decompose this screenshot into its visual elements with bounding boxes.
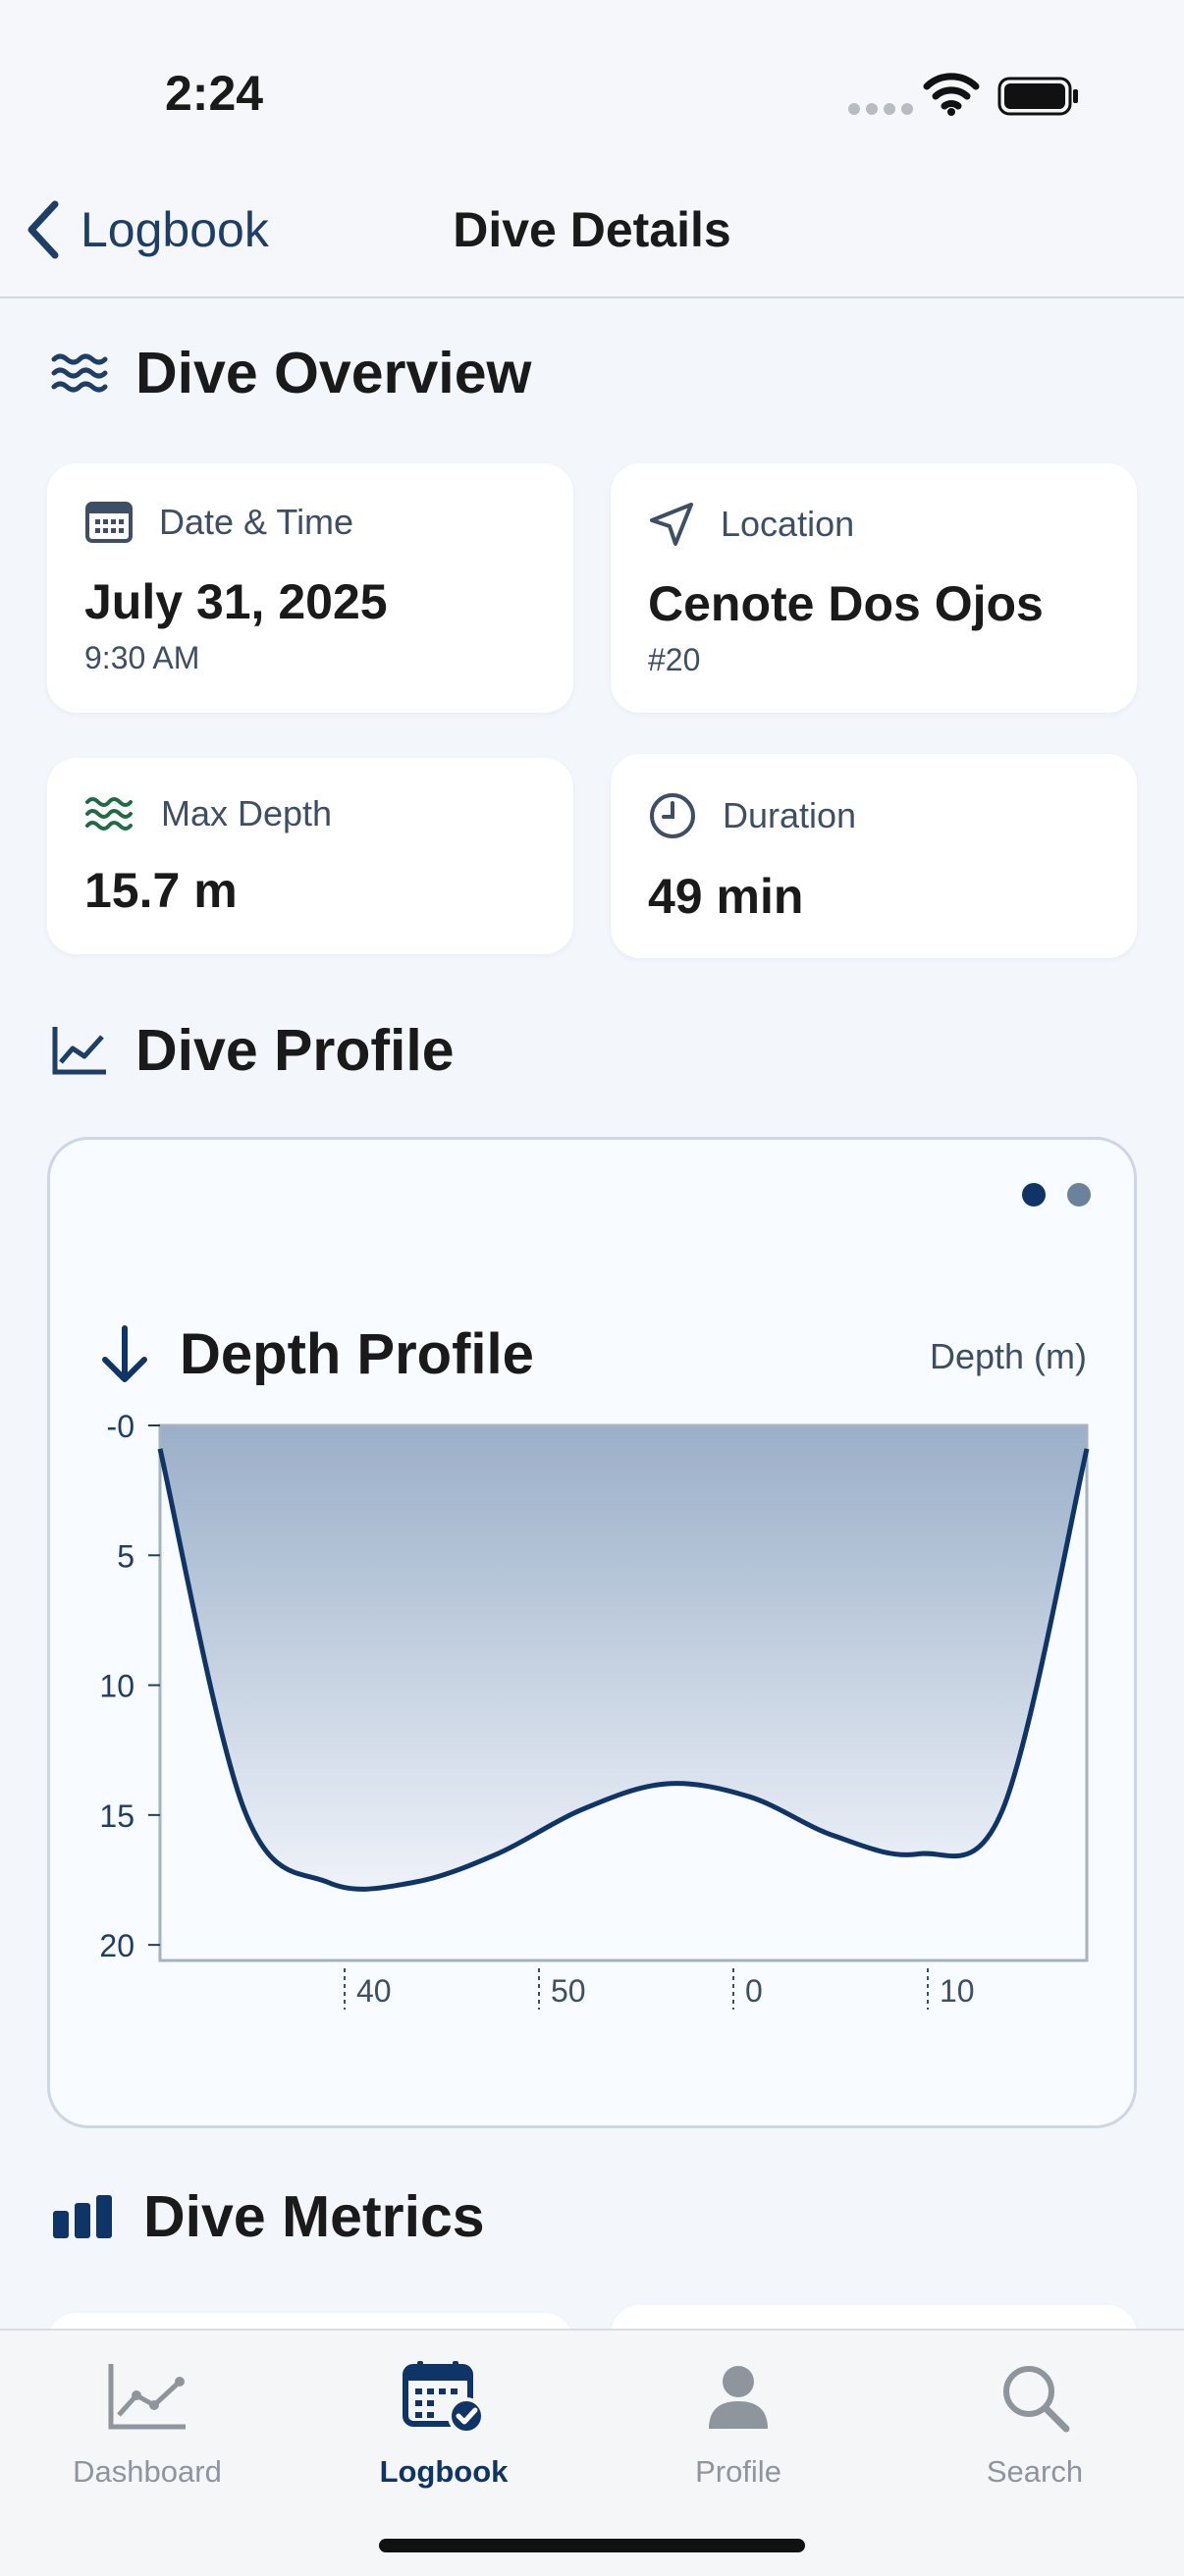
section-title-overview: Dive Overview: [51, 340, 531, 406]
depth-chart: -0 5 10 15 20 40 50 0 10: [99, 1409, 1090, 2010]
y-tick-label: -0: [107, 1409, 135, 1444]
card-location[interactable]: Location Cenote Dos Ojos #20: [611, 463, 1137, 713]
status-time: 2:24: [165, 66, 264, 121]
card-max-depth[interactable]: Max Depth 15.7 m: [47, 758, 573, 954]
back-button[interactable]: Logbook: [26, 196, 269, 263]
dive-time: 9:30 AM: [84, 640, 200, 675]
tab-label: Logbook: [379, 2454, 509, 2489]
waves-icon: [51, 351, 108, 395]
waves-icon: [84, 794, 135, 833]
tab-profile[interactable]: Profile: [591, 2350, 886, 2490]
x-tick-label: 10: [940, 1973, 975, 2009]
card-duration[interactable]: Duration 49 min: [611, 754, 1137, 958]
section-title-metrics: Dive Metrics: [51, 2183, 485, 2250]
tab-label: Dashboard: [73, 2454, 222, 2489]
card-date-time[interactable]: Date & Time July 31, 2025 9:30 AM: [47, 463, 573, 713]
card-label: Date & Time: [159, 502, 354, 542]
battery-icon: [997, 77, 1078, 116]
chevron-left-icon: [27, 200, 59, 259]
chart-line-icon: [51, 1025, 108, 1076]
chart-line-icon: [108, 2364, 186, 2430]
calendar-check-icon: [403, 2361, 485, 2435]
bar-chart-icon: [51, 2193, 116, 2240]
dive-date: July 31, 2025: [84, 574, 388, 629]
duration-value: 49 min: [648, 869, 804, 924]
person-icon: [709, 2366, 768, 2429]
tab-label: Search: [986, 2454, 1084, 2489]
x-tick-label: 40: [356, 1973, 392, 2009]
back-label: Logbook: [81, 202, 269, 257]
tab-search[interactable]: Search: [888, 2350, 1182, 2490]
tab-dashboard[interactable]: Dashboard: [0, 2350, 295, 2490]
x-tick-label: 50: [551, 1973, 586, 2009]
y-tick-label: 20: [99, 1928, 135, 1963]
calendar-icon: [84, 501, 134, 544]
card-label: Location: [721, 504, 855, 544]
y-tick-label: 5: [117, 1538, 135, 1574]
tab-label: Profile: [695, 2454, 781, 2489]
max-depth-value: 15.7 m: [84, 863, 238, 918]
depth-area: [160, 1425, 1087, 1890]
dive-location: Cenote Dos Ojos: [648, 576, 1044, 631]
x-tick-label: 0: [745, 1973, 763, 2009]
card-label: Duration: [723, 795, 857, 835]
dive-number: #20: [648, 642, 701, 677]
y-tick-label: 10: [99, 1669, 135, 1704]
location-arrow-icon: [648, 501, 695, 548]
wifi-icon: [923, 73, 980, 116]
depth-profile-card[interactable]: Depth Profile Depth (m) -0 5 10 15 20 40 50 0 10: [47, 1137, 1137, 2128]
tab-logbook[interactable]: Logbook: [296, 2350, 591, 2490]
card-label: Max Depth: [161, 793, 333, 833]
cellular-signal-icon: [848, 102, 919, 120]
search-icon: [1003, 2366, 1070, 2433]
home-indicator: [379, 2539, 805, 2552]
section-title-profile: Dive Profile: [51, 1017, 455, 1084]
y-tick-label: 15: [99, 1798, 135, 1834]
clock-icon: [648, 791, 697, 840]
